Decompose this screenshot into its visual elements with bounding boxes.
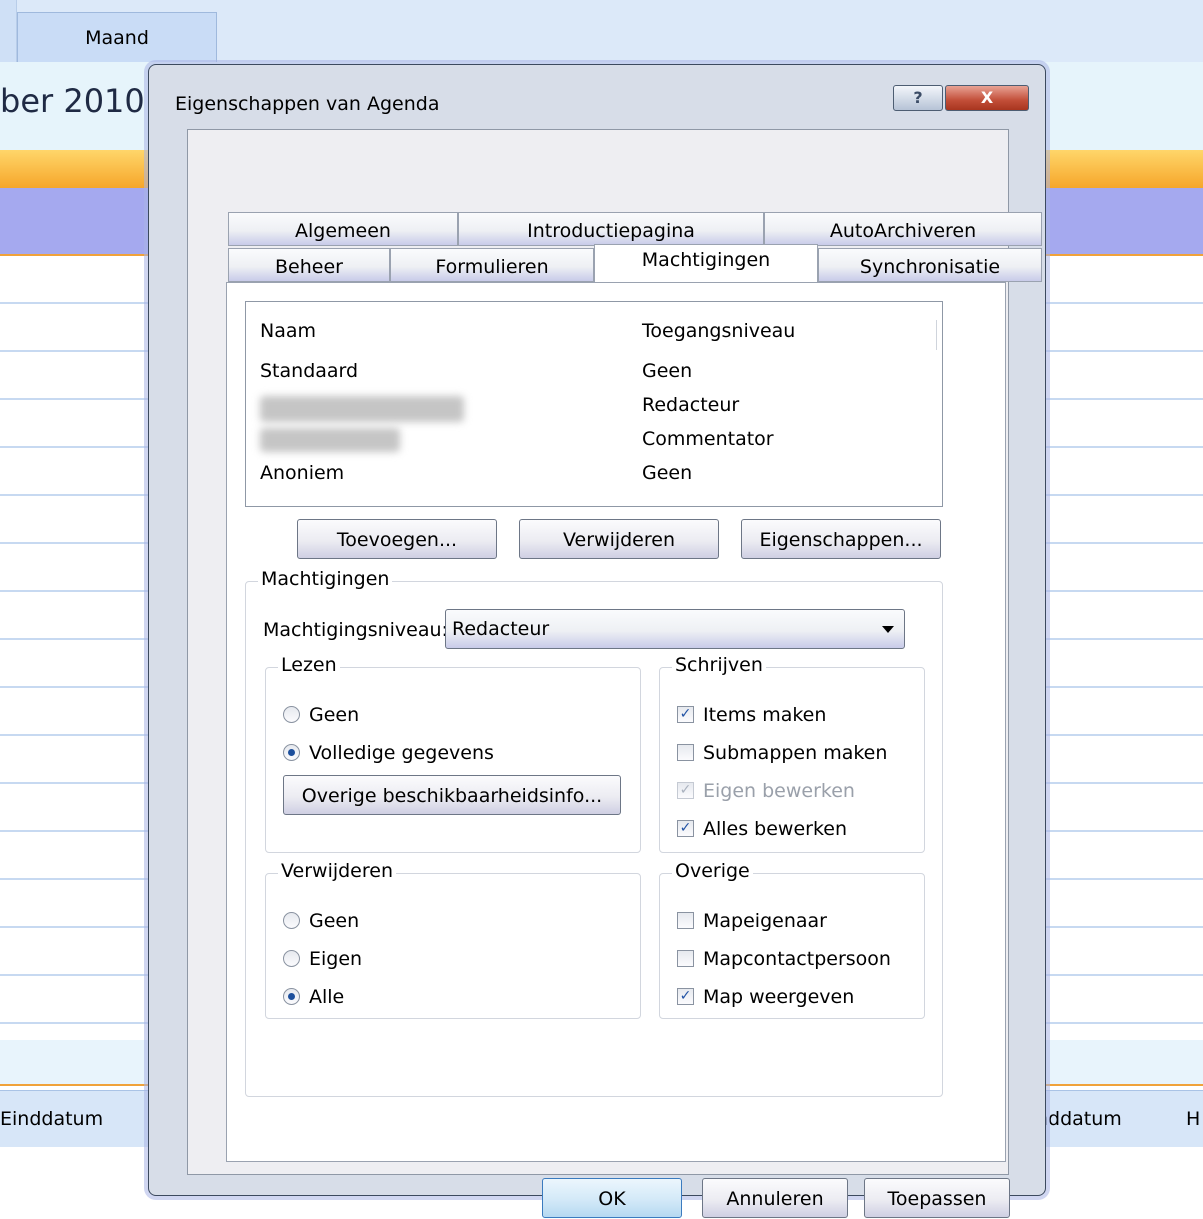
folder-visible-label: Map weergeven [703,986,855,1008]
free-busy-button[interactable]: Overige beschikbaarheidsinfo... [283,775,621,815]
help-button[interactable]: ? [893,85,943,111]
tab-autoarchiveren[interactable]: AutoArchiveren [764,212,1042,246]
permission-level-label: Machtigingsniveau: [263,619,448,641]
read-group-label: Lezen [278,654,340,676]
free-busy-button-label: Overige beschikbaarheidsinfo... [301,785,603,807]
create-items-label: Items maken [703,704,827,726]
read-full-label: Volledige gegevens [309,742,494,764]
read-none-radio[interactable]: Geen [283,703,483,727]
permissions-list[interactable]: Naam Toegangsniveau Standaard Geen Redac… [245,301,943,507]
list-row-name[interactable]: Standaard [260,360,358,382]
apply-button[interactable]: Toepassen [864,1178,1010,1218]
tab-formulieren[interactable]: Formulieren [390,248,594,282]
create-items-checkbox[interactable]: ✓ Items maken [677,703,907,727]
column-separator [936,320,937,350]
checkbox-checked-icon[interactable]: ✓ [677,706,694,723]
other-group-label: Overige [672,860,753,882]
properties-dialog: Eigenschappen van Agenda ? X Algemeen In… [148,64,1046,1218]
list-row-level[interactable]: Redacteur [642,394,739,416]
toolbar-left-edge [0,0,17,62]
checkbox-unchecked-icon[interactable] [677,950,694,967]
close-icon: X [980,88,994,107]
add-button-label: Toevoegen... [336,529,458,551]
permission-level-select[interactable]: Redacteur [445,609,905,649]
properties-button[interactable]: Eigenschappen... [741,519,941,559]
folder-owner-label: Mapeigenaar [703,910,827,932]
list-row-level[interactable]: Geen [642,462,692,484]
dialog-title: Eigenschappen van Agenda [175,93,440,115]
checkbox-checked-icon[interactable]: ✓ [677,820,694,837]
column-header-end-date[interactable]: Einddatum [0,1108,103,1130]
cancel-button[interactable]: Annuleren [702,1178,848,1218]
delete-own-radio[interactable]: Eigen [283,947,483,971]
tab-beheer[interactable]: Beheer [228,248,390,282]
close-button[interactable]: X [945,85,1029,111]
cancel-button-label: Annuleren [726,1188,824,1210]
write-group-label: Schrijven [672,654,766,676]
read-full-radio[interactable]: Volledige gegevens [283,741,563,765]
checkbox-unchecked-icon[interactable] [677,744,694,761]
delete-group-label: Verwijderen [278,860,396,882]
read-none-label: Geen [309,704,360,726]
delete-all-label: Alle [309,986,345,1008]
tab-introductiepagina[interactable]: Introductiepagina [458,212,764,246]
folder-contact-checkbox[interactable]: Mapcontactpersoon [677,947,907,971]
properties-button-label: Eigenschappen... [759,529,923,551]
column-header-truncated[interactable]: H [1186,1108,1200,1130]
tab-machtigingen[interactable]: Machtigingen [594,244,818,282]
tab-synchronisatie[interactable]: Synchronisatie [818,248,1042,282]
checkbox-checked-icon[interactable]: ✓ [677,988,694,1005]
permissions-tab-page: Naam Toegangsniveau Standaard Geen Redac… [226,282,1006,1162]
radio-icon[interactable] [283,912,300,929]
checkbox-unchecked-icon[interactable] [677,912,694,929]
radio-selected-icon[interactable] [283,744,300,761]
column-level-header[interactable]: Toegangsniveau [642,320,795,342]
edit-all-checkbox[interactable]: ✓ Alles bewerken [677,817,907,841]
delete-own-label: Eigen [309,948,363,970]
permissions-group-label: Machtigingen [258,568,393,590]
column-name-header[interactable]: Naam [260,320,316,342]
blurred-user-name[interactable] [260,396,464,422]
remove-button-label: Verwijderen [563,529,675,551]
permission-level-value: Redacteur [452,618,550,640]
column-header-end-date-right[interactable]: nddatum [1036,1108,1122,1130]
ok-button[interactable]: OK [542,1178,682,1218]
dialog-title-bar[interactable]: Eigenschappen van Agenda ? X [155,71,1039,129]
blurred-user-name[interactable] [260,428,400,452]
remove-button[interactable]: Verwijderen [519,519,719,559]
list-header: Naam Toegangsniveau [246,302,942,354]
checkbox-disabled-icon: ✓ [677,782,694,799]
delete-all-radio[interactable]: Alle [283,985,483,1009]
create-subfolders-checkbox[interactable]: Submappen maken [677,741,907,765]
list-row-level[interactable]: Commentator [642,428,774,450]
list-row-name[interactable]: Anoniem [260,462,344,484]
create-subfolders-label: Submappen maken [703,742,888,764]
tab-algemeen[interactable]: Algemeen [228,212,458,246]
view-tab-month[interactable]: Maand [17,12,217,62]
add-button[interactable]: Toevoegen... [297,519,497,559]
radio-icon[interactable] [283,706,300,723]
apply-button-label: Toepassen [887,1188,987,1210]
radio-selected-icon[interactable] [283,988,300,1005]
list-row-level[interactable]: Geen [642,360,692,382]
edit-own-checkbox: ✓ Eigen bewerken [677,779,907,803]
delete-none-radio[interactable]: Geen [283,909,483,933]
radio-icon[interactable] [283,950,300,967]
ok-button-label: OK [598,1188,626,1210]
help-icon: ? [913,88,923,107]
folder-contact-label: Mapcontactpersoon [703,948,891,970]
chevron-down-icon [882,626,894,633]
folder-owner-checkbox[interactable]: Mapeigenaar [677,909,907,933]
edit-own-label: Eigen bewerken [703,780,855,802]
edit-all-label: Alles bewerken [703,818,848,840]
dialog-client-area: Algemeen Introductiepagina AutoArchivere… [187,129,1042,1218]
delete-none-label: Geen [309,910,360,932]
calendar-date-title: ber 2010 [0,82,145,120]
folder-visible-checkbox[interactable]: ✓ Map weergeven [677,985,907,1009]
